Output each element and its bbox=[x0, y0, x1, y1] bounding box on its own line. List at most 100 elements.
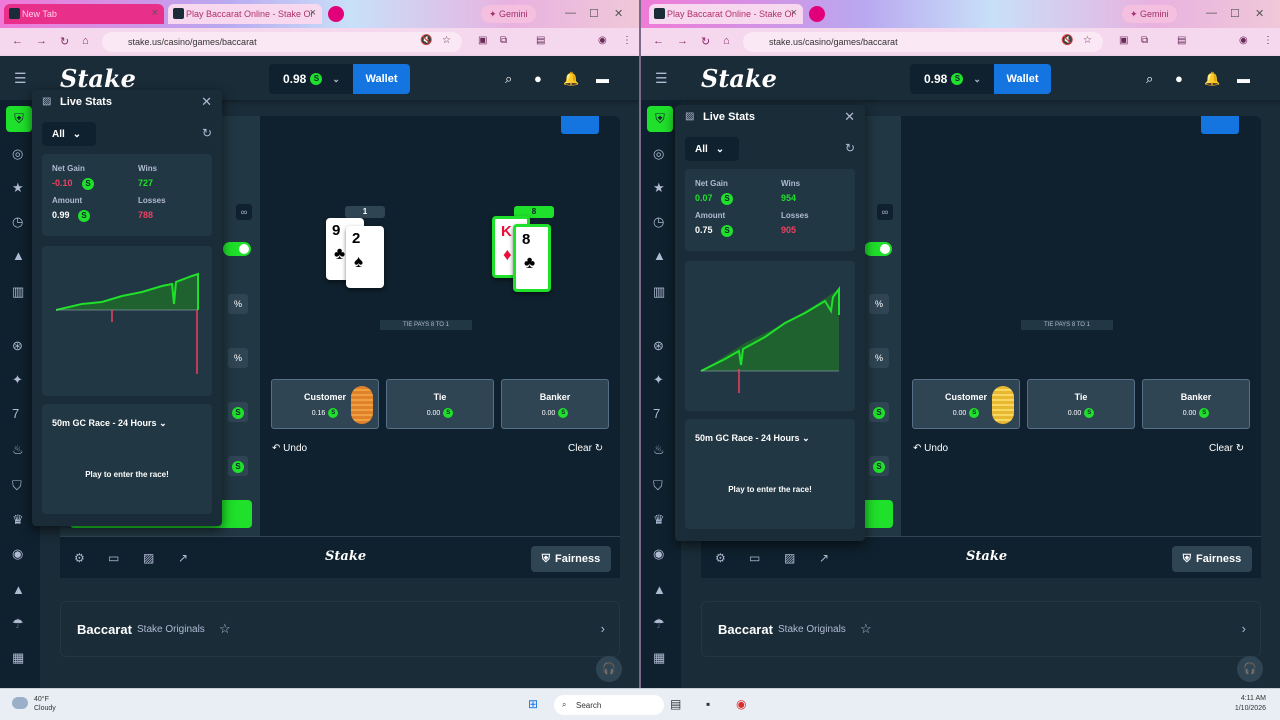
tab-new-tab[interactable]: New Tab × bbox=[4, 4, 164, 24]
bell-icon[interactable]: 🔔 bbox=[1204, 71, 1220, 87]
recent-icon[interactable]: ◷ bbox=[653, 214, 664, 230]
percent-button[interactable]: % bbox=[869, 294, 889, 314]
menu-icon[interactable]: ⋮ bbox=[1263, 35, 1273, 46]
race-title[interactable]: 50m GC Race - 24 Hours ⌄ bbox=[695, 433, 810, 444]
roulette-icon[interactable]: ◉ bbox=[653, 546, 664, 562]
slots-icon[interactable]: 7 bbox=[653, 406, 660, 421]
menu-icon[interactable]: ⋮ bbox=[622, 35, 632, 46]
wallet-button[interactable]: Wallet bbox=[994, 64, 1051, 94]
game-info-bar[interactable]: Baccarat Stake Originals ☆ › bbox=[60, 601, 620, 657]
casino-icon[interactable]: ⛨ bbox=[647, 106, 673, 132]
coin-icon[interactable]: S bbox=[228, 456, 248, 476]
coin-icon[interactable]: S bbox=[228, 402, 248, 422]
race-title[interactable]: 50m GC Race - 24 Hours ⌄ bbox=[52, 418, 167, 429]
percent-button[interactable]: % bbox=[228, 348, 248, 368]
refresh-icon[interactable]: ↻ bbox=[202, 126, 212, 140]
user-icon[interactable]: ● bbox=[1175, 71, 1183, 86]
chevron-right-icon[interactable]: › bbox=[601, 621, 605, 636]
back-icon[interactable]: ← bbox=[12, 35, 23, 47]
new-icon[interactable]: ✦ bbox=[653, 372, 664, 388]
tab-baccarat[interactable]: Play Baccarat Online - Stake Or × bbox=[649, 4, 803, 24]
bookmark-star-icon[interactable]: ☆ bbox=[442, 35, 451, 46]
stake-logo[interactable]: Stake bbox=[701, 64, 777, 93]
undo-button[interactable]: ↶ Undo bbox=[272, 443, 307, 454]
minimize-icon[interactable]: — bbox=[565, 7, 576, 19]
balance-dropdown[interactable]: 0.98 S ⌄ bbox=[910, 64, 994, 94]
toggle[interactable] bbox=[223, 242, 251, 256]
refresh-icon[interactable]: ↻ bbox=[845, 141, 855, 155]
stake-logo[interactable]: Stake bbox=[60, 64, 136, 93]
back-icon[interactable]: ← bbox=[653, 35, 664, 47]
sports-icon[interactable]: ◎ bbox=[653, 146, 664, 162]
gameshow-icon[interactable]: ☂ bbox=[12, 616, 24, 632]
bell-icon[interactable]: 🔔 bbox=[563, 71, 579, 87]
minimize-icon[interactable]: — bbox=[1206, 7, 1217, 19]
clear-button[interactable]: Clear ↻ bbox=[568, 443, 603, 454]
gemini-button[interactable]: ✦ Gemini bbox=[481, 5, 536, 23]
close-icon[interactable]: × bbox=[310, 7, 316, 19]
bet-customer[interactable]: Customer 0.00 S bbox=[912, 379, 1020, 429]
app-icon[interactable]: ▪ bbox=[706, 697, 710, 711]
close-icon[interactable]: ✕ bbox=[844, 109, 855, 125]
challenges-icon[interactable]: ▲ bbox=[12, 248, 25, 263]
settings-icon[interactable]: ⚙ bbox=[74, 551, 85, 565]
popout-icon[interactable]: ↗ bbox=[178, 551, 188, 565]
url-field[interactable]: stake.us/casino/games/baccarat bbox=[743, 32, 1103, 52]
blackjack-icon[interactable]: ▲ bbox=[12, 582, 25, 597]
bets-icon[interactable]: ▥ bbox=[12, 284, 24, 300]
puzzle-icon[interactable]: ⧉ bbox=[500, 35, 507, 46]
url-field[interactable]: stake.us/casino/games/baccarat bbox=[102, 32, 462, 52]
game-info-bar[interactable]: Baccarat Stake Originals ☆ › bbox=[701, 601, 1261, 657]
clear-button[interactable]: Clear ↻ bbox=[1209, 443, 1244, 454]
gemini-button[interactable]: ✦ Gemini bbox=[1122, 5, 1177, 23]
fairness-button[interactable]: ⛨ Fairness bbox=[1172, 546, 1252, 572]
maximize-icon[interactable]: ☐ bbox=[1230, 7, 1240, 20]
casino-icon[interactable]: ⛨ bbox=[6, 106, 32, 132]
mute-icon[interactable]: 🔇 bbox=[420, 35, 432, 46]
star-icon[interactable]: ☆ bbox=[860, 621, 872, 637]
balance-dropdown[interactable]: 0.98 S ⌄ bbox=[269, 64, 353, 94]
gameshow-icon[interactable]: ☂ bbox=[653, 616, 665, 632]
roulette-icon[interactable]: ◉ bbox=[12, 546, 23, 562]
percent-button[interactable]: % bbox=[228, 294, 248, 314]
sports-icon[interactable]: ◎ bbox=[12, 146, 23, 162]
live-icon[interactable]: ⛉ bbox=[653, 478, 663, 494]
hot-icon[interactable]: ♨ bbox=[653, 442, 665, 458]
grid-icon[interactable]: ▦ bbox=[653, 650, 665, 666]
bets-icon[interactable]: ▥ bbox=[653, 284, 665, 300]
theatre-icon[interactable]: ▭ bbox=[108, 551, 119, 565]
reload-icon[interactable]: ↻ bbox=[60, 35, 69, 48]
recent-icon[interactable]: ◷ bbox=[12, 214, 23, 230]
extension-icon[interactable]: ▣ bbox=[1119, 35, 1128, 46]
filter-dropdown[interactable]: All ⌄ bbox=[42, 122, 96, 146]
search-icon[interactable]: ⌕ bbox=[505, 71, 512, 87]
percent-button[interactable]: % bbox=[869, 348, 889, 368]
close-window-icon[interactable]: ✕ bbox=[1255, 7, 1264, 20]
hot-icon[interactable]: ♨ bbox=[12, 442, 24, 458]
new-icon[interactable]: ✦ bbox=[12, 372, 23, 388]
fairness-button[interactable]: ⛨ Fairness bbox=[531, 546, 611, 572]
home-icon[interactable]: ⌂ bbox=[82, 35, 89, 47]
challenges-icon[interactable]: ▲ bbox=[653, 248, 666, 263]
cloud-icon[interactable] bbox=[12, 697, 28, 709]
weather-widget[interactable]: 40°F Cloudy bbox=[34, 695, 56, 713]
wallet-button[interactable]: Wallet bbox=[353, 64, 410, 94]
slots-icon[interactable]: 7 bbox=[12, 406, 19, 421]
extension-icon[interactable]: ▣ bbox=[478, 35, 487, 46]
widgets-icon[interactable]: ▤ bbox=[670, 697, 681, 711]
profile-icon[interactable]: ◉ bbox=[1239, 35, 1248, 46]
link-icon[interactable]: ∞ bbox=[877, 204, 893, 220]
bet-tie[interactable]: Tie 0.00 S bbox=[1027, 379, 1135, 429]
undo-button[interactable]: ↶ Undo bbox=[913, 443, 948, 454]
menu-icon[interactable]: ☰ bbox=[14, 70, 27, 87]
stats-icon[interactable]: ▨ bbox=[784, 551, 795, 565]
link-icon[interactable]: ∞ bbox=[236, 204, 252, 220]
toggle[interactable] bbox=[864, 242, 892, 256]
close-icon[interactable]: × bbox=[152, 7, 158, 19]
crown-icon[interactable]: ♛ bbox=[12, 512, 24, 528]
bet-customer[interactable]: Customer 0.16 S bbox=[271, 379, 379, 429]
coin-icon[interactable]: S bbox=[869, 456, 889, 476]
support-icon[interactable]: 🎧 bbox=[596, 656, 622, 682]
chat-icon[interactable]: ▬ bbox=[1237, 71, 1250, 86]
forward-icon[interactable]: → bbox=[677, 35, 688, 47]
